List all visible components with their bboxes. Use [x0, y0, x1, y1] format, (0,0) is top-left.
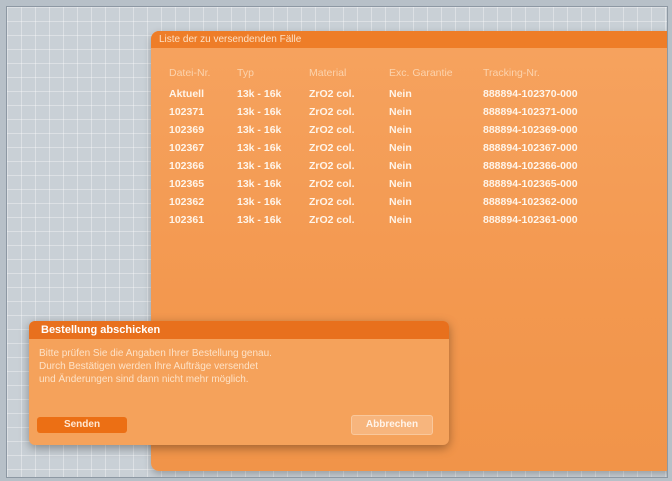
table-row: 102367 13k - 16k ZrO2 col. Nein 888894-1…	[169, 139, 625, 157]
cell-file-no: 102366	[169, 160, 205, 172]
cell-tracking: 888894-102362-000	[483, 196, 578, 208]
cell-tracking: 888894-102366-000	[483, 160, 578, 172]
cell-material: ZrO2 col.	[309, 214, 355, 226]
cell-file-no: 102371	[169, 106, 205, 118]
cell-material: ZrO2 col.	[309, 160, 355, 172]
cell-file-no: 102367	[169, 142, 205, 154]
table-row: 102366 13k - 16k ZrO2 col. Nein 888894-1…	[169, 157, 625, 175]
cell-warranty: Nein	[389, 214, 412, 226]
cell-warranty: Nein	[389, 196, 412, 208]
cell-tracking: 888894-102369-000	[483, 124, 578, 136]
table-row: Aktuell 13k - 16k ZrO2 col. Nein 888894-…	[169, 85, 625, 103]
cell-material: ZrO2 col.	[309, 142, 355, 154]
cell-file-no: 102361	[169, 214, 205, 226]
cell-material: ZrO2 col.	[309, 178, 355, 190]
cell-warranty: Nein	[389, 142, 412, 154]
cell-file-no: 102365	[169, 178, 205, 190]
cell-type: 13k - 16k	[237, 160, 282, 172]
dialog-message: Bitte prüfen Sie die Angaben Ihrer Beste…	[39, 347, 272, 386]
column-header-material: Material	[309, 67, 347, 79]
cell-warranty: Nein	[389, 124, 412, 136]
column-header-tracking: Tracking-Nr.	[483, 67, 540, 79]
table-row: 102361 13k - 16k ZrO2 col. Nein 888894-1…	[169, 211, 625, 229]
cell-file-no: 102369	[169, 124, 205, 136]
cancel-button[interactable]: Abbrechen	[351, 415, 433, 435]
cell-tracking: 888894-102371-000	[483, 106, 578, 118]
cell-file-no: 102362	[169, 196, 205, 208]
cell-material: ZrO2 col.	[309, 106, 355, 118]
cell-warranty: Nein	[389, 88, 412, 100]
table-row: 102369 13k - 16k ZrO2 col. Nein 888894-1…	[169, 121, 625, 139]
confirm-order-dialog: Bestellung abschicken Bitte prüfen Sie d…	[29, 321, 449, 445]
cell-tracking: 888894-102370-000	[483, 88, 578, 100]
dialog-message-line: Durch Bestätigen werden Ihre Aufträge ve…	[39, 361, 259, 372]
cell-type: 13k - 16k	[237, 88, 282, 100]
cell-tracking: 888894-102361-000	[483, 214, 578, 226]
cell-material: ZrO2 col.	[309, 124, 355, 136]
send-button[interactable]: Senden	[37, 417, 127, 433]
app-background: Liste der zu versendenden Fälle Datei-Nr…	[6, 6, 668, 478]
column-header-warranty: Exc. Garantie	[389, 67, 453, 79]
cell-warranty: Nein	[389, 106, 412, 118]
dialog-title: Bestellung abschicken	[29, 321, 449, 339]
table-header-row: Datei-Nr. Typ Material Exc. Garantie Tra…	[169, 67, 625, 85]
column-header-file-no: Datei-Nr.	[169, 67, 211, 79]
cell-warranty: Nein	[389, 178, 412, 190]
cell-warranty: Nein	[389, 160, 412, 172]
cell-type: 13k - 16k	[237, 214, 282, 226]
cell-type: 13k - 16k	[237, 196, 282, 208]
cell-tracking: 888894-102367-000	[483, 142, 578, 154]
table-row: 102371 13k - 16k ZrO2 col. Nein 888894-1…	[169, 103, 625, 121]
cell-file-no: Aktuell	[169, 88, 205, 100]
dialog-message-line: und Änderungen sind dann nicht mehr mögl…	[39, 374, 249, 385]
column-header-type: Typ	[237, 67, 254, 79]
cell-tracking: 888894-102365-000	[483, 178, 578, 190]
dialog-message-line: Bitte prüfen Sie die Angaben Ihrer Beste…	[39, 348, 272, 359]
cell-type: 13k - 16k	[237, 106, 282, 118]
cases-table: Datei-Nr. Typ Material Exc. Garantie Tra…	[169, 67, 625, 229]
cell-type: 13k - 16k	[237, 178, 282, 190]
cell-material: ZrO2 col.	[309, 196, 355, 208]
cell-type: 13k - 16k	[237, 142, 282, 154]
cases-panel-title: Liste der zu versendenden Fälle	[151, 31, 667, 48]
table-row: 102362 13k - 16k ZrO2 col. Nein 888894-1…	[169, 193, 625, 211]
table-row: 102365 13k - 16k ZrO2 col. Nein 888894-1…	[169, 175, 625, 193]
cell-material: ZrO2 col.	[309, 88, 355, 100]
cell-type: 13k - 16k	[237, 124, 282, 136]
